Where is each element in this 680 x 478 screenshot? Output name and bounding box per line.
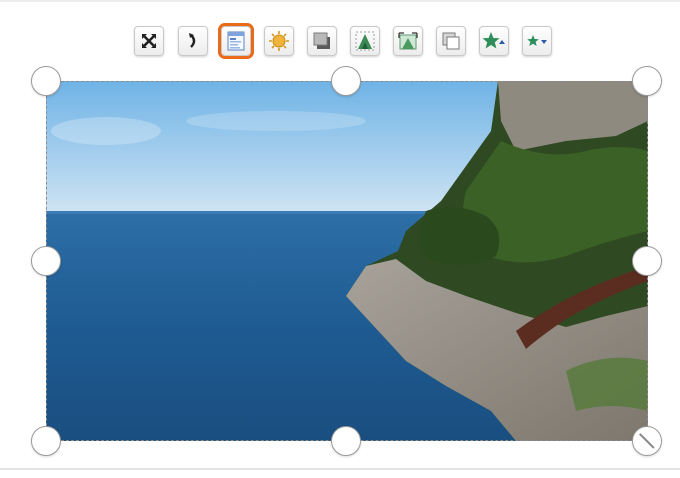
- resize-handle-top-left[interactable]: [31, 66, 61, 96]
- recolor-icon: [354, 30, 376, 52]
- top-edge: [0, 0, 680, 2]
- resize-handle-bottom-center[interactable]: [331, 426, 361, 456]
- image-toolbar: [134, 23, 554, 59]
- bottom-edge: [0, 468, 680, 470]
- image-properties-button[interactable]: [218, 23, 254, 59]
- star-up-icon: [482, 31, 506, 51]
- shadow-button[interactable]: [307, 26, 337, 56]
- brightness-button[interactable]: [264, 26, 294, 56]
- resize-handle-bottom-right[interactable]: [632, 426, 662, 456]
- shadow-icon: [311, 30, 333, 52]
- coastal-cliff-photo: [46, 81, 648, 441]
- crop-icon: [397, 30, 419, 52]
- brightness-icon: [268, 30, 290, 52]
- crop-button[interactable]: [393, 26, 423, 56]
- bring-forward-button[interactable]: [479, 26, 509, 56]
- resize-handle-top-right[interactable]: [632, 66, 662, 96]
- image-properties-icon: [225, 30, 247, 52]
- star-down-icon: [525, 31, 549, 51]
- flip-button[interactable]: [178, 26, 208, 56]
- resize-handle-top-center[interactable]: [331, 66, 361, 96]
- resize-handle-bottom-left[interactable]: [31, 426, 61, 456]
- selected-image-frame[interactable]: [31, 66, 662, 456]
- send-backward-button[interactable]: [522, 26, 552, 56]
- expand-arrows-icon: [140, 32, 158, 50]
- arrange-button[interactable]: [436, 26, 466, 56]
- flip-icon: [185, 32, 201, 50]
- resize-handle-middle-left[interactable]: [31, 246, 61, 276]
- resize-handle-middle-right[interactable]: [632, 246, 662, 276]
- expand-button[interactable]: [134, 26, 164, 56]
- recolor-button[interactable]: [350, 26, 380, 56]
- arrange-icon: [440, 30, 462, 52]
